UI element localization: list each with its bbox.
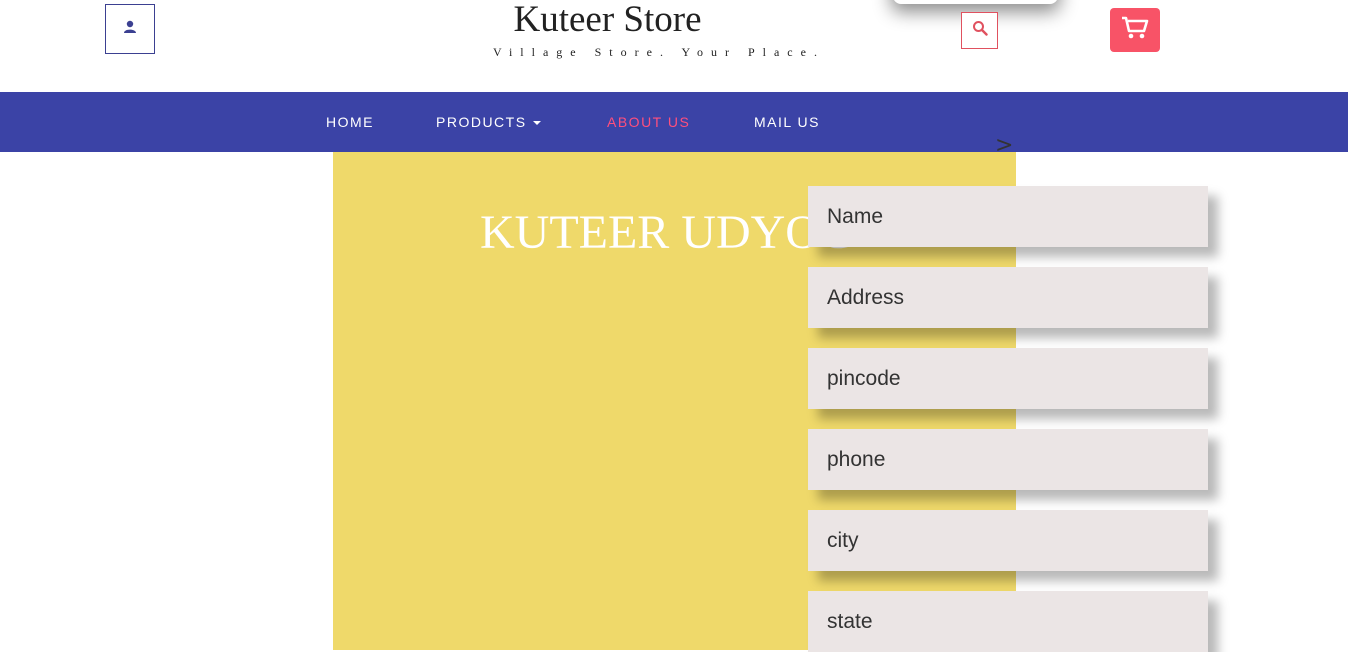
panel-heading: KUTEER UDYOG xyxy=(480,206,855,259)
cart-button[interactable] xyxy=(1110,8,1160,52)
main-nav: HOME PRODUCTS ABOUT US MAIL US xyxy=(0,92,1348,152)
pincode-field[interactable] xyxy=(808,348,1208,409)
address-field[interactable] xyxy=(808,267,1208,328)
name-field[interactable] xyxy=(808,186,1208,247)
state-field[interactable] xyxy=(808,591,1208,652)
nav-mail-us[interactable]: MAIL US xyxy=(754,114,820,130)
nav-products[interactable]: PRODUCTS xyxy=(436,114,541,130)
nav-products-label: PRODUCTS xyxy=(436,114,527,130)
caret-down-icon xyxy=(532,121,541,126)
brand-title: Kuteer Store xyxy=(513,0,702,40)
search-icon xyxy=(972,20,988,41)
header: Kuteer Store Village Store. Your Place. xyxy=(0,0,1348,92)
next-arrow[interactable]: > xyxy=(995,133,1013,159)
search-button[interactable] xyxy=(961,12,998,49)
nav-home[interactable]: HOME xyxy=(326,114,374,130)
phone-field[interactable] xyxy=(808,429,1208,490)
dropdown-shadow xyxy=(893,0,1058,4)
city-field[interactable] xyxy=(808,510,1208,571)
nav-about-us[interactable]: ABOUT US xyxy=(607,114,690,130)
cart-icon xyxy=(1121,15,1149,46)
